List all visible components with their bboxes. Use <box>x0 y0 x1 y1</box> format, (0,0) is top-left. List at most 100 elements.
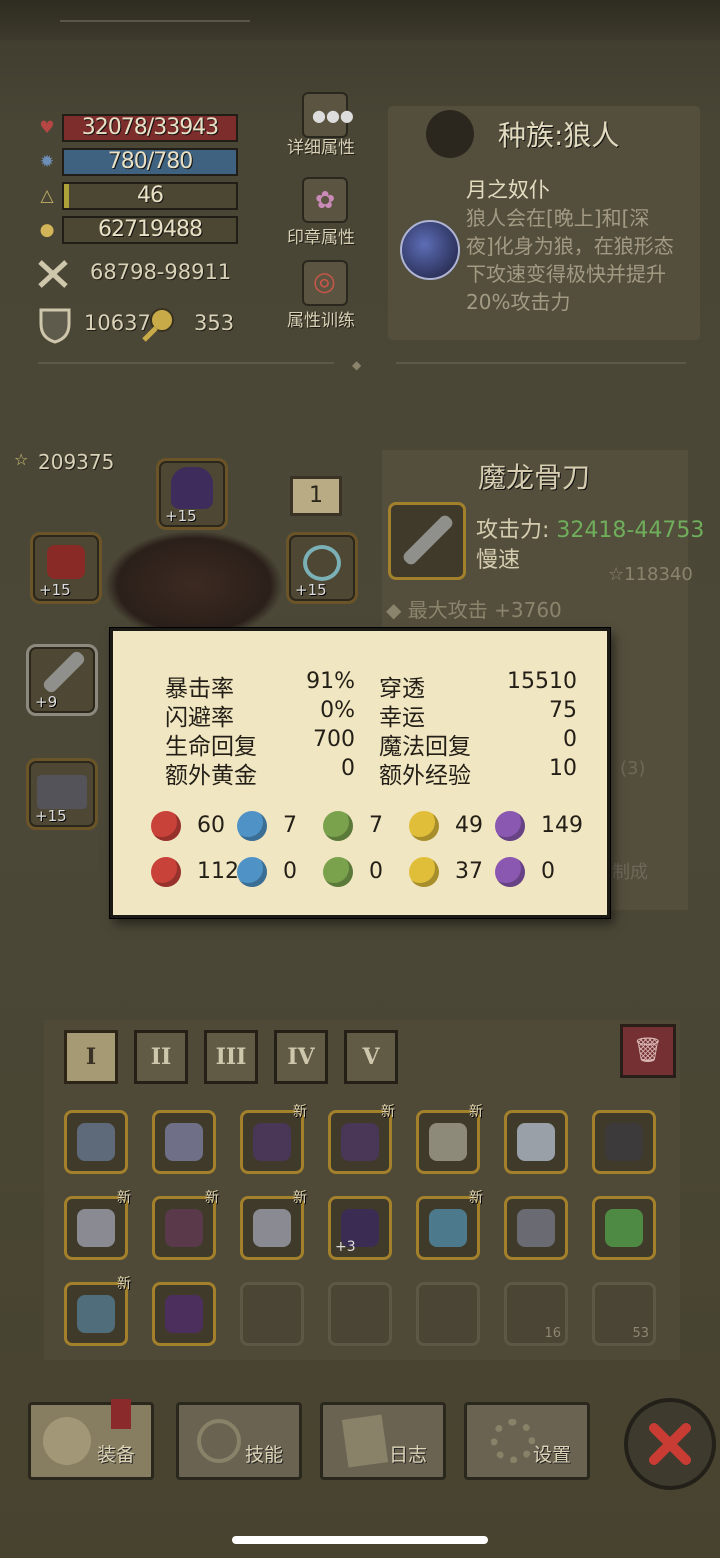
inventory-item[interactable] <box>592 1110 656 1174</box>
item-icon <box>165 1295 203 1333</box>
item-icon <box>165 1209 203 1247</box>
inventory-tab-3[interactable]: III <box>204 1030 258 1084</box>
inventory-item[interactable]: +3 <box>328 1196 392 1260</box>
inventory-tab-2[interactable]: II <box>134 1030 188 1084</box>
item-bonus-text: 最大攻击 +3760 <box>407 598 562 622</box>
nav-equip-label: 装备 <box>96 1444 135 1466</box>
inventory-item[interactable] <box>504 1110 568 1174</box>
nav-skill-label: 技能 <box>244 1444 283 1466</box>
gear-icon <box>491 1419 535 1463</box>
item-icon <box>77 1295 115 1333</box>
close-button[interactable] <box>624 1398 716 1490</box>
bone-blade-icon <box>401 513 455 567</box>
element-value: 0 <box>369 859 383 884</box>
item-icon <box>77 1123 115 1161</box>
tooltip-stat-label: 额外经验 <box>379 763 471 789</box>
attribute-training-button[interactable]: ◎ <box>302 260 348 306</box>
race-panel: 种族:狼人 月之奴仆 狼人会在[晚上]和[深夜]化身为狼，在狼形态下攻速变得极快… <box>388 106 700 340</box>
tooltip-stat-value: 10 <box>549 756 577 781</box>
inventory-empty-slot[interactable] <box>416 1282 480 1346</box>
inventory-item[interactable] <box>152 1282 216 1346</box>
helmet-slot[interactable]: +15 <box>156 458 228 530</box>
inventory-tab-5[interactable]: V <box>344 1030 398 1084</box>
crit-power-value: 353 <box>194 311 235 335</box>
inventory-item[interactable] <box>64 1110 128 1174</box>
detail-attributes-button[interactable]: ●●● <box>302 92 354 138</box>
item-count: 16 <box>544 1326 561 1341</box>
close-icon <box>649 1423 691 1465</box>
lightning-element-icon <box>409 811 439 841</box>
inventory-item[interactable] <box>152 1110 216 1174</box>
element-value: 49 <box>455 813 483 838</box>
shadow-element-icon <box>495 811 525 841</box>
necklace-icon <box>303 545 341 581</box>
item-attack: 攻击力: 32418-44753 <box>476 512 704 544</box>
nav-settings-label: 设置 <box>532 1444 571 1466</box>
nav-settings-button[interactable]: 设置 <box>464 1402 590 1480</box>
helmet-level: +15 <box>165 507 197 525</box>
race-title: 种族:狼人 <box>498 119 620 152</box>
seal-attributes-button[interactable]: ✿ <box>302 177 348 223</box>
new-badge: 新 <box>117 1190 131 1206</box>
item-icon <box>605 1209 643 1247</box>
mp-bar: 780/780 <box>62 148 238 176</box>
divider-right <box>396 362 686 364</box>
inventory-item[interactable]: 新 <box>240 1190 307 1260</box>
element-value: 112 <box>197 859 239 884</box>
left-top-slot[interactable]: +15 <box>30 532 102 604</box>
character-portrait <box>104 530 284 640</box>
nav-equip-button[interactable]: 装备 <box>28 1399 154 1480</box>
inventory-item[interactable] <box>592 1196 656 1260</box>
wolf-icon <box>426 110 474 158</box>
element-value: 7 <box>369 813 383 838</box>
inventory-empty-slot[interactable] <box>240 1282 304 1346</box>
stats-tooltip: 暴击率 91% 穿透 15510 闪避率 0% 幸运 75 生命回复 700 魔法回复 0 额外黄金 0 额… <box>110 628 610 918</box>
item-icon-frame <box>388 502 466 580</box>
item-icon <box>517 1123 555 1161</box>
moon-skill-icon <box>400 220 460 280</box>
item-icon <box>429 1123 467 1161</box>
inventory-item[interactable]: 新 <box>64 1276 131 1346</box>
inventory-item[interactable]: 新 <box>240 1104 307 1174</box>
right-top-slot[interactable]: +15 <box>286 532 358 604</box>
slot-badge: 1 <box>290 476 342 516</box>
water-element-icon <box>237 857 267 887</box>
item-icon <box>517 1209 555 1247</box>
inventory-tab-4[interactable]: IV <box>274 1030 328 1084</box>
fire-element-icon <box>151 811 181 841</box>
gauntlet-icon <box>47 545 85 579</box>
inventory-empty-slot[interactable] <box>328 1282 392 1346</box>
divider-ornament: ◆ <box>352 358 362 372</box>
item-partial-3: (3) <box>620 758 646 779</box>
tooltip-stat-value: 15510 <box>507 669 577 694</box>
inventory-tab-1[interactable]: I <box>64 1030 118 1084</box>
inventory-item[interactable]: 新 <box>64 1190 131 1260</box>
nav-skill-button[interactable]: 技能 <box>176 1402 302 1480</box>
crit-power-icon <box>140 306 176 344</box>
item-icon <box>341 1123 379 1161</box>
trash-icon: 🗑 <box>632 1036 664 1064</box>
inventory-item[interactable]: 新 <box>416 1190 483 1260</box>
nav-log-button[interactable]: 日志 <box>320 1402 446 1480</box>
weapon-slot[interactable]: +9 <box>26 644 98 716</box>
inventory-empty-slot[interactable]: 16 <box>504 1282 568 1346</box>
water-element-icon <box>237 811 267 841</box>
trash-button[interactable]: 🗑 <box>620 1024 676 1078</box>
weapon-level: +9 <box>35 693 58 711</box>
left-bottom-slot[interactable]: +15 <box>26 758 98 830</box>
inventory-item[interactable]: 新 <box>416 1104 483 1174</box>
new-badge: 新 <box>117 1276 131 1292</box>
element-value: 0 <box>283 859 297 884</box>
item-icon <box>429 1209 467 1247</box>
gold-icon: ● <box>39 220 55 240</box>
new-badge: 新 <box>293 1190 307 1206</box>
inventory-item[interactable] <box>504 1196 568 1260</box>
seal-attributes-label: 印章属性 <box>287 228 355 248</box>
element-value: 7 <box>283 813 297 838</box>
journal-icon <box>341 1414 389 1468</box>
element-value: 149 <box>541 813 583 838</box>
inventory-item[interactable]: 新 <box>328 1104 395 1174</box>
inventory-item[interactable]: 新 <box>152 1190 219 1260</box>
home-indicator[interactable] <box>232 1536 488 1544</box>
inventory-empty-slot[interactable]: 53 <box>592 1282 656 1346</box>
